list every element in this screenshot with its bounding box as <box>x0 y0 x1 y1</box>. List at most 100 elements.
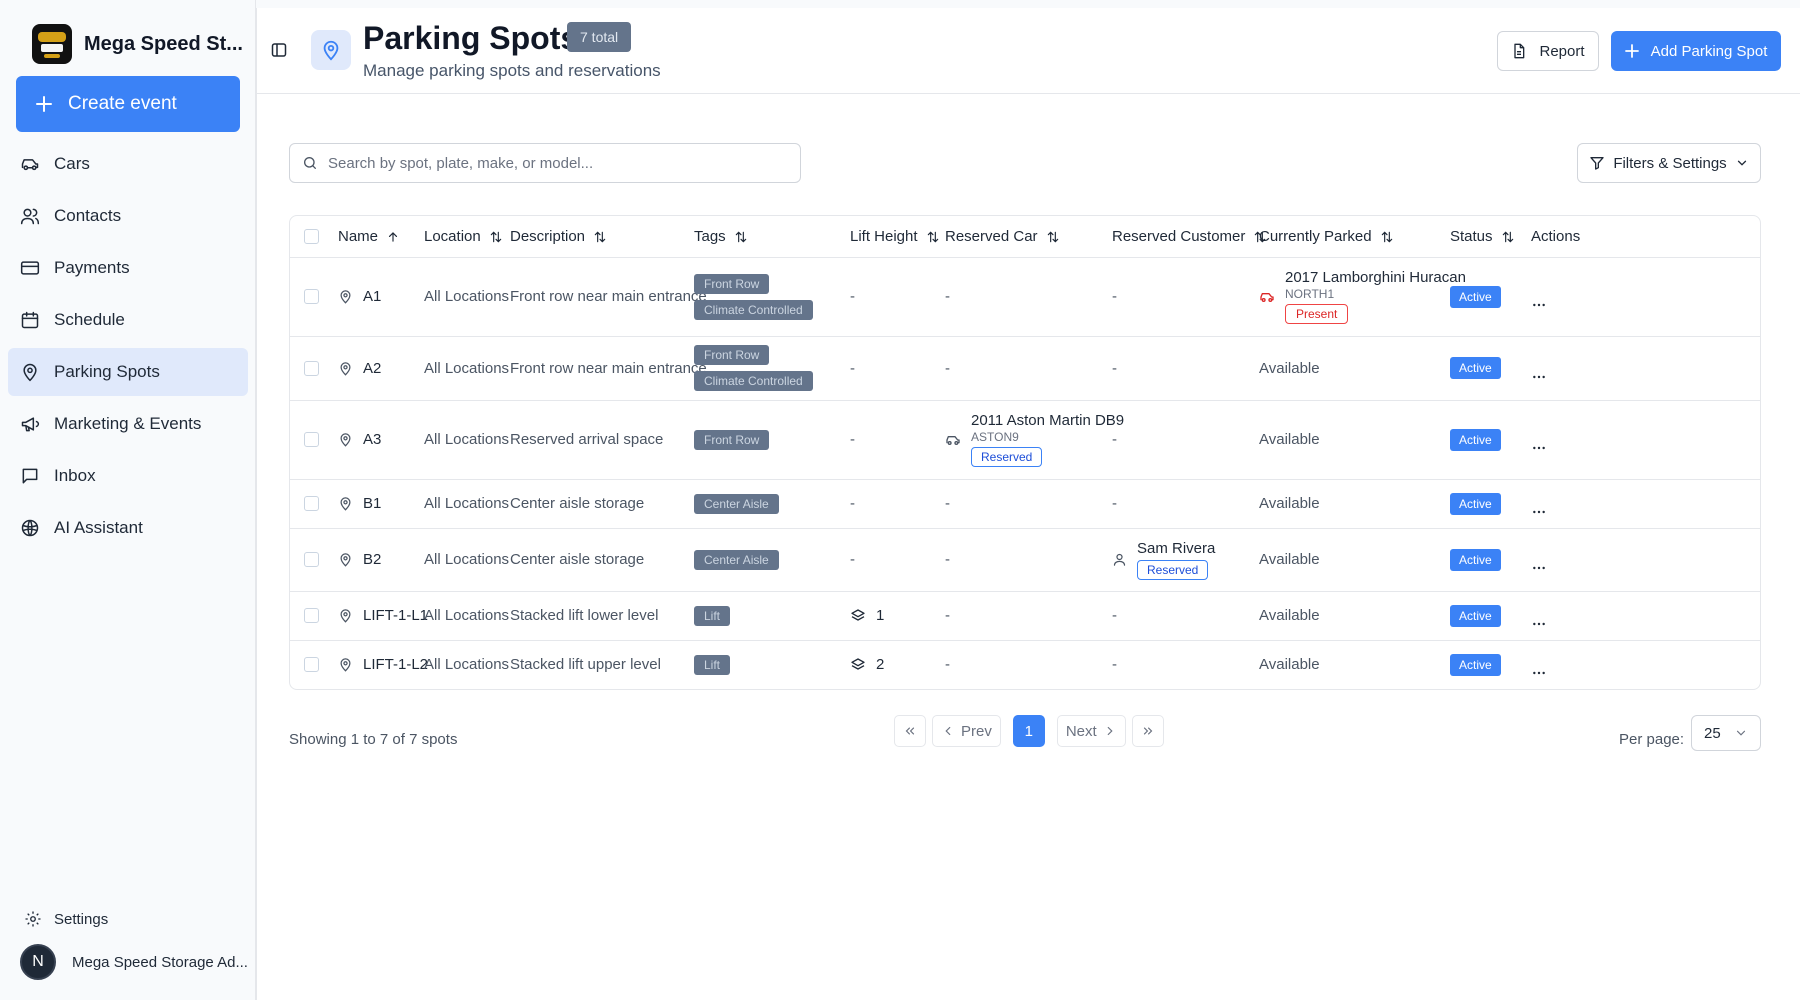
map-pin-icon <box>338 361 353 376</box>
filter-icon <box>1589 155 1605 171</box>
next-label: Next <box>1065 722 1097 740</box>
more-actions-icon[interactable] <box>1531 369 1756 385</box>
col-description[interactable]: Description <box>506 216 690 257</box>
row-checkbox[interactable] <box>304 552 319 567</box>
map-pin-icon <box>338 432 353 447</box>
table-row[interactable]: A2 All Locations Front row near main ent… <box>290 335 1760 400</box>
col-label: Location <box>424 227 481 245</box>
chevron-down-icon <box>1734 726 1748 740</box>
table-row[interactable]: B2 All Locations Center aisle storage Ce… <box>290 527 1760 591</box>
table-row[interactable]: B1 All Locations Center aisle storage Ce… <box>290 478 1760 528</box>
document-icon <box>1511 43 1527 59</box>
add-parking-spot-button[interactable]: Add Parking Spot <box>1611 31 1781 71</box>
spot-name: LIFT-1-L1 <box>363 607 429 624</box>
col-lift-height[interactable]: Lift Height <box>846 216 941 257</box>
row-checkbox[interactable] <box>304 432 319 447</box>
page-1-button[interactable]: 1 <box>1012 715 1045 747</box>
more-actions-icon[interactable] <box>1531 504 1756 520</box>
sidebar-item-inbox[interactable]: Inbox <box>8 452 248 500</box>
map-pin-icon <box>338 496 353 511</box>
sidebar-item-ai-assistant[interactable]: AI Assistant <box>8 504 248 552</box>
sidebar-item-contacts[interactable]: Contacts <box>8 192 248 240</box>
more-actions-icon[interactable] <box>1531 560 1756 576</box>
spot-location: All Locations <box>420 478 509 528</box>
total-badge: 7 total <box>567 22 632 52</box>
col-reserved-car[interactable]: Reserved Car <box>941 216 1108 257</box>
table-row[interactable]: LIFT-1-L2 All Locations Stacked lift upp… <box>290 639 1760 689</box>
spot-location: All Locations <box>420 256 509 336</box>
last-page-button[interactable] <box>1131 715 1164 747</box>
col-label: Tags <box>694 227 726 245</box>
first-page-button[interactable] <box>894 715 926 747</box>
map-pin-icon <box>338 552 353 567</box>
table-row[interactable]: LIFT-1-L1 All Locations Stacked lift low… <box>290 590 1760 640</box>
table-row[interactable]: A1 All Locations Front row near main ent… <box>290 256 1760 336</box>
status-badge: Active <box>1450 653 1501 676</box>
col-status[interactable]: Status <box>1446 216 1527 257</box>
sidebar-item-marketing-events[interactable]: Marketing & Events <box>8 400 248 448</box>
main-content: Parking Spots 7 total Manage parking spo… <box>256 8 1800 1000</box>
user-menu[interactable]: N Mega Speed Storage Ad... <box>20 944 248 980</box>
reserved-car[interactable]: 2011 Aston Martin DB9 ASTON9 Reserved <box>945 412 1124 467</box>
sidebar-item-schedule[interactable]: Schedule <box>8 296 248 344</box>
map-pin-icon <box>20 362 40 382</box>
table-row[interactable]: A3 All Locations Reserved arrival space … <box>290 399 1760 479</box>
prev-page-button[interactable]: Prev <box>932 715 1001 747</box>
col-name[interactable]: Name <box>334 216 420 257</box>
col-label: Currently Parked <box>1259 227 1372 245</box>
more-actions-icon[interactable] <box>1531 616 1756 632</box>
select-all-checkbox[interactable] <box>304 228 319 244</box>
table-header-row: Name Location Description Tags Lift Heig… <box>290 216 1760 257</box>
sidebar-toggle-icon[interactable] <box>271 42 287 58</box>
sidebar-item-payments[interactable]: Payments <box>8 244 248 292</box>
status-badge: Active <box>1450 357 1501 379</box>
spot-description: Reserved arrival space <box>506 399 690 479</box>
reserved-car: - <box>941 590 1108 640</box>
col-label: Lift Height <box>850 227 918 245</box>
plus-icon <box>1624 44 1639 58</box>
col-location[interactable]: Location <box>420 216 506 257</box>
spot-name: A3 <box>363 431 382 448</box>
sort-asc-icon <box>386 230 400 244</box>
prev-label: Prev <box>961 722 992 740</box>
reserved-customer[interactable]: Sam Rivera Reserved <box>1112 540 1251 580</box>
status-badge: Active <box>1450 604 1501 627</box>
col-reserved-customer[interactable]: Reserved Customer <box>1108 216 1266 257</box>
row-checkbox[interactable] <box>304 496 319 511</box>
col-currently-parked[interactable]: Currently Parked <box>1255 216 1446 257</box>
sidebar-item-cars[interactable]: Cars <box>8 140 248 188</box>
tag-badge: Center Aisle <box>694 549 779 570</box>
more-actions-icon[interactable] <box>1531 440 1756 456</box>
row-checkbox[interactable] <box>304 608 319 623</box>
reserved-car: - <box>941 527 1108 591</box>
col-label: Reserved Car <box>945 227 1038 245</box>
spot-name: B1 <box>363 495 382 512</box>
next-page-button[interactable]: Next <box>1056 715 1126 747</box>
report-label: Report <box>1539 42 1585 60</box>
row-checkbox[interactable] <box>304 360 319 376</box>
sidebar-settings[interactable]: Settings <box>24 910 108 928</box>
sidebar-item-parking-spots[interactable]: Parking Spots <box>8 348 248 396</box>
layers-icon <box>850 608 866 624</box>
row-checkbox[interactable] <box>304 657 319 673</box>
per-page-select[interactable]: 25 <box>1691 715 1761 751</box>
brand[interactable]: Mega Speed St... <box>32 24 243 64</box>
currently-parked[interactable]: 2017 Lamborghini Huracan NORTH1 Present <box>1259 269 1466 324</box>
search-input[interactable] <box>328 154 788 172</box>
tag-badge: Climate Controlled <box>694 371 813 391</box>
more-actions-icon[interactable] <box>1531 297 1756 313</box>
more-actions-icon[interactable] <box>1531 665 1756 681</box>
tag-badge: Front Row <box>694 273 770 294</box>
pagination: Prev 1 Next <box>894 715 1164 747</box>
row-checkbox[interactable] <box>304 289 319 304</box>
calendar-icon <box>20 310 40 330</box>
spot-location: All Locations <box>420 527 509 591</box>
spot-location: All Locations <box>420 335 509 400</box>
sidebar-nav: Cars Contacts Payments Schedule Parking … <box>8 140 248 556</box>
col-tags[interactable]: Tags <box>690 216 846 257</box>
car-icon <box>945 432 961 448</box>
create-event-button[interactable]: Create event <box>16 76 240 132</box>
report-button[interactable]: Report <box>1497 31 1599 71</box>
reserved-car: - <box>941 335 1108 400</box>
filters-settings-button[interactable]: Filters & Settings <box>1577 143 1761 183</box>
